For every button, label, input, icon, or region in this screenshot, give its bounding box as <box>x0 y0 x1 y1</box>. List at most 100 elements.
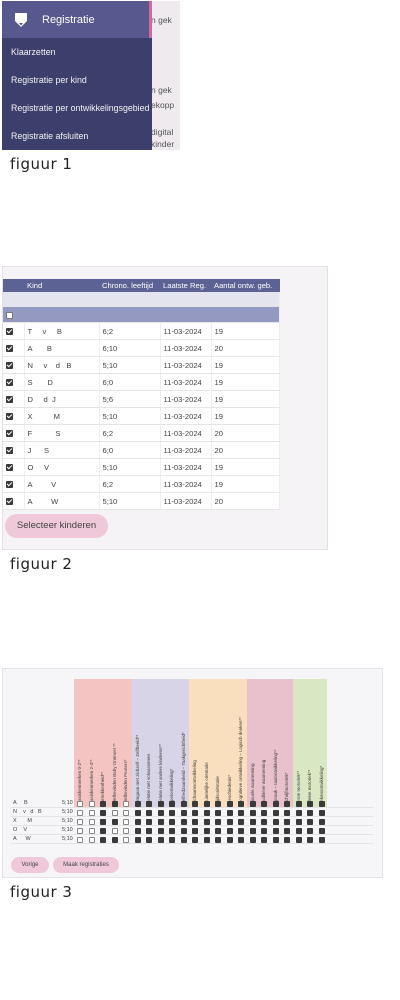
registratie-checkbox[interactable] <box>146 828 152 834</box>
registratie-checkbox[interactable] <box>77 819 83 825</box>
registratie-checkbox[interactable] <box>146 819 152 825</box>
registratie-checkbox[interactable] <box>100 819 106 825</box>
registratie-checkbox[interactable] <box>100 837 106 843</box>
row-checkbox[interactable] <box>6 379 13 386</box>
registratie-checkbox[interactable] <box>215 828 221 834</box>
registratie-checkbox[interactable] <box>203 819 210 825</box>
registratie-checkbox[interactable] <box>272 819 279 825</box>
registratie-checkbox[interactable] <box>295 810 302 816</box>
table-row[interactable]: S D 6;0 11-03-2024 19 <box>3 373 280 391</box>
selecteer-kinderen-button[interactable]: Selecteer kinderen <box>5 514 108 538</box>
table-row[interactable]: O V 5;10 11-03-2024 19 <box>3 458 280 476</box>
row-checkbox[interactable] <box>6 498 13 505</box>
registratie-checkbox[interactable] <box>111 837 118 843</box>
registratie-checkbox[interactable] <box>134 837 141 843</box>
vorige-button[interactable]: Vorige <box>11 857 49 873</box>
registratie-checkbox[interactable] <box>261 801 267 807</box>
registratie-checkbox[interactable] <box>238 837 244 843</box>
registratie-checkbox[interactable] <box>100 801 106 807</box>
menu-item-registratie-per-kind[interactable]: Registratie per kind <box>2 66 152 94</box>
registratie-checkbox[interactable] <box>157 819 164 825</box>
registratie-checkbox[interactable] <box>88 810 95 816</box>
registratie-checkbox[interactable] <box>111 828 118 834</box>
registratie-checkbox[interactable] <box>100 828 106 834</box>
registratie-checkbox[interactable] <box>272 828 279 834</box>
registratie-checkbox[interactable] <box>134 819 141 825</box>
registratie-checkbox[interactable] <box>261 810 267 816</box>
registratie-checkbox[interactable] <box>134 801 141 807</box>
registratie-checkbox[interactable] <box>100 810 106 816</box>
registratie-checkbox[interactable] <box>261 828 267 834</box>
registratie-checkbox[interactable] <box>307 837 313 843</box>
registratie-checkbox[interactable] <box>192 819 198 825</box>
registratie-checkbox[interactable] <box>169 819 175 825</box>
registratie-checkbox[interactable] <box>123 828 129 834</box>
menu-header[interactable]: Registratie <box>2 1 152 38</box>
table-row[interactable]: J S 6;0 11-03-2024 20 <box>3 441 280 459</box>
registratie-checkbox[interactable] <box>249 837 256 843</box>
table-row[interactable]: A V 6;2 11-03-2024 19 <box>3 475 280 493</box>
registratie-checkbox[interactable] <box>123 819 129 825</box>
registratie-checkbox[interactable] <box>226 828 233 834</box>
registratie-checkbox[interactable] <box>284 837 290 843</box>
select-all-checkbox[interactable] <box>6 311 13 319</box>
registratie-checkbox[interactable] <box>88 837 95 843</box>
row-checkbox[interactable] <box>6 430 13 437</box>
registratie-checkbox[interactable] <box>157 810 164 816</box>
registratie-checkbox[interactable] <box>77 801 83 807</box>
registratie-checkbox[interactable] <box>272 837 279 843</box>
table-row[interactable]: N v d B 5;10 11-03-2024 19 <box>3 356 280 374</box>
table-row[interactable]: X M 5;10 11-03-2024 19 <box>3 407 280 425</box>
registratie-checkbox[interactable] <box>192 810 198 816</box>
registratie-checkbox[interactable] <box>123 837 129 843</box>
registratie-checkbox[interactable] <box>272 810 279 816</box>
row-checkbox[interactable] <box>6 413 13 420</box>
registratie-checkbox[interactable] <box>307 819 313 825</box>
registratie-checkbox[interactable] <box>192 828 198 834</box>
registratie-checkbox[interactable] <box>238 828 244 834</box>
registratie-checkbox[interactable] <box>295 837 302 843</box>
registratie-checkbox[interactable] <box>215 819 221 825</box>
registratie-checkbox[interactable] <box>284 801 290 807</box>
registratie-checkbox[interactable] <box>226 801 233 807</box>
registratie-checkbox[interactable] <box>88 819 95 825</box>
registratie-checkbox[interactable] <box>169 810 175 816</box>
registratie-checkbox[interactable] <box>111 810 118 816</box>
registratie-checkbox[interactable] <box>157 801 164 807</box>
registratie-checkbox[interactable] <box>180 837 187 843</box>
registratie-checkbox[interactable] <box>318 837 325 843</box>
registratie-checkbox[interactable] <box>180 819 187 825</box>
registratie-checkbox[interactable] <box>215 810 221 816</box>
menu-item-registratie-afsluiten[interactable]: Registratie afsluiten <box>2 122 152 150</box>
registratie-checkbox[interactable] <box>169 801 175 807</box>
row-checkbox[interactable] <box>6 447 13 454</box>
registratie-checkbox[interactable] <box>249 810 256 816</box>
registratie-checkbox[interactable] <box>272 801 279 807</box>
table-row[interactable]: T v B 6;2 11-03-2024 19 <box>3 322 280 340</box>
registratie-checkbox[interactable] <box>261 819 267 825</box>
registratie-checkbox[interactable] <box>180 828 187 834</box>
registratie-checkbox[interactable] <box>77 828 83 834</box>
registratie-checkbox[interactable] <box>192 801 198 807</box>
registratie-checkbox[interactable] <box>123 810 129 816</box>
registratie-checkbox[interactable] <box>146 837 152 843</box>
registratie-checkbox[interactable] <box>203 828 210 834</box>
registratie-checkbox[interactable] <box>284 828 290 834</box>
row-checkbox[interactable] <box>6 345 13 352</box>
registratie-checkbox[interactable] <box>88 801 95 807</box>
registratie-checkbox[interactable] <box>192 837 198 843</box>
registratie-checkbox[interactable] <box>249 819 256 825</box>
row-checkbox[interactable] <box>6 396 13 403</box>
registratie-checkbox[interactable] <box>226 837 233 843</box>
registratie-checkbox[interactable] <box>123 801 129 807</box>
table-row[interactable]: F S 6;2 11-03-2024 20 <box>3 424 280 442</box>
registratie-checkbox[interactable] <box>238 801 244 807</box>
registratie-checkbox[interactable] <box>261 837 267 843</box>
registratie-checkbox[interactable] <box>295 819 302 825</box>
registratie-checkbox[interactable] <box>318 828 325 834</box>
table-row[interactable]: D d J 5;6 11-03-2024 19 <box>3 390 280 408</box>
registratie-checkbox[interactable] <box>307 810 313 816</box>
registratie-checkbox[interactable] <box>318 819 325 825</box>
row-checkbox[interactable] <box>6 481 13 488</box>
registratie-checkbox[interactable] <box>284 819 290 825</box>
